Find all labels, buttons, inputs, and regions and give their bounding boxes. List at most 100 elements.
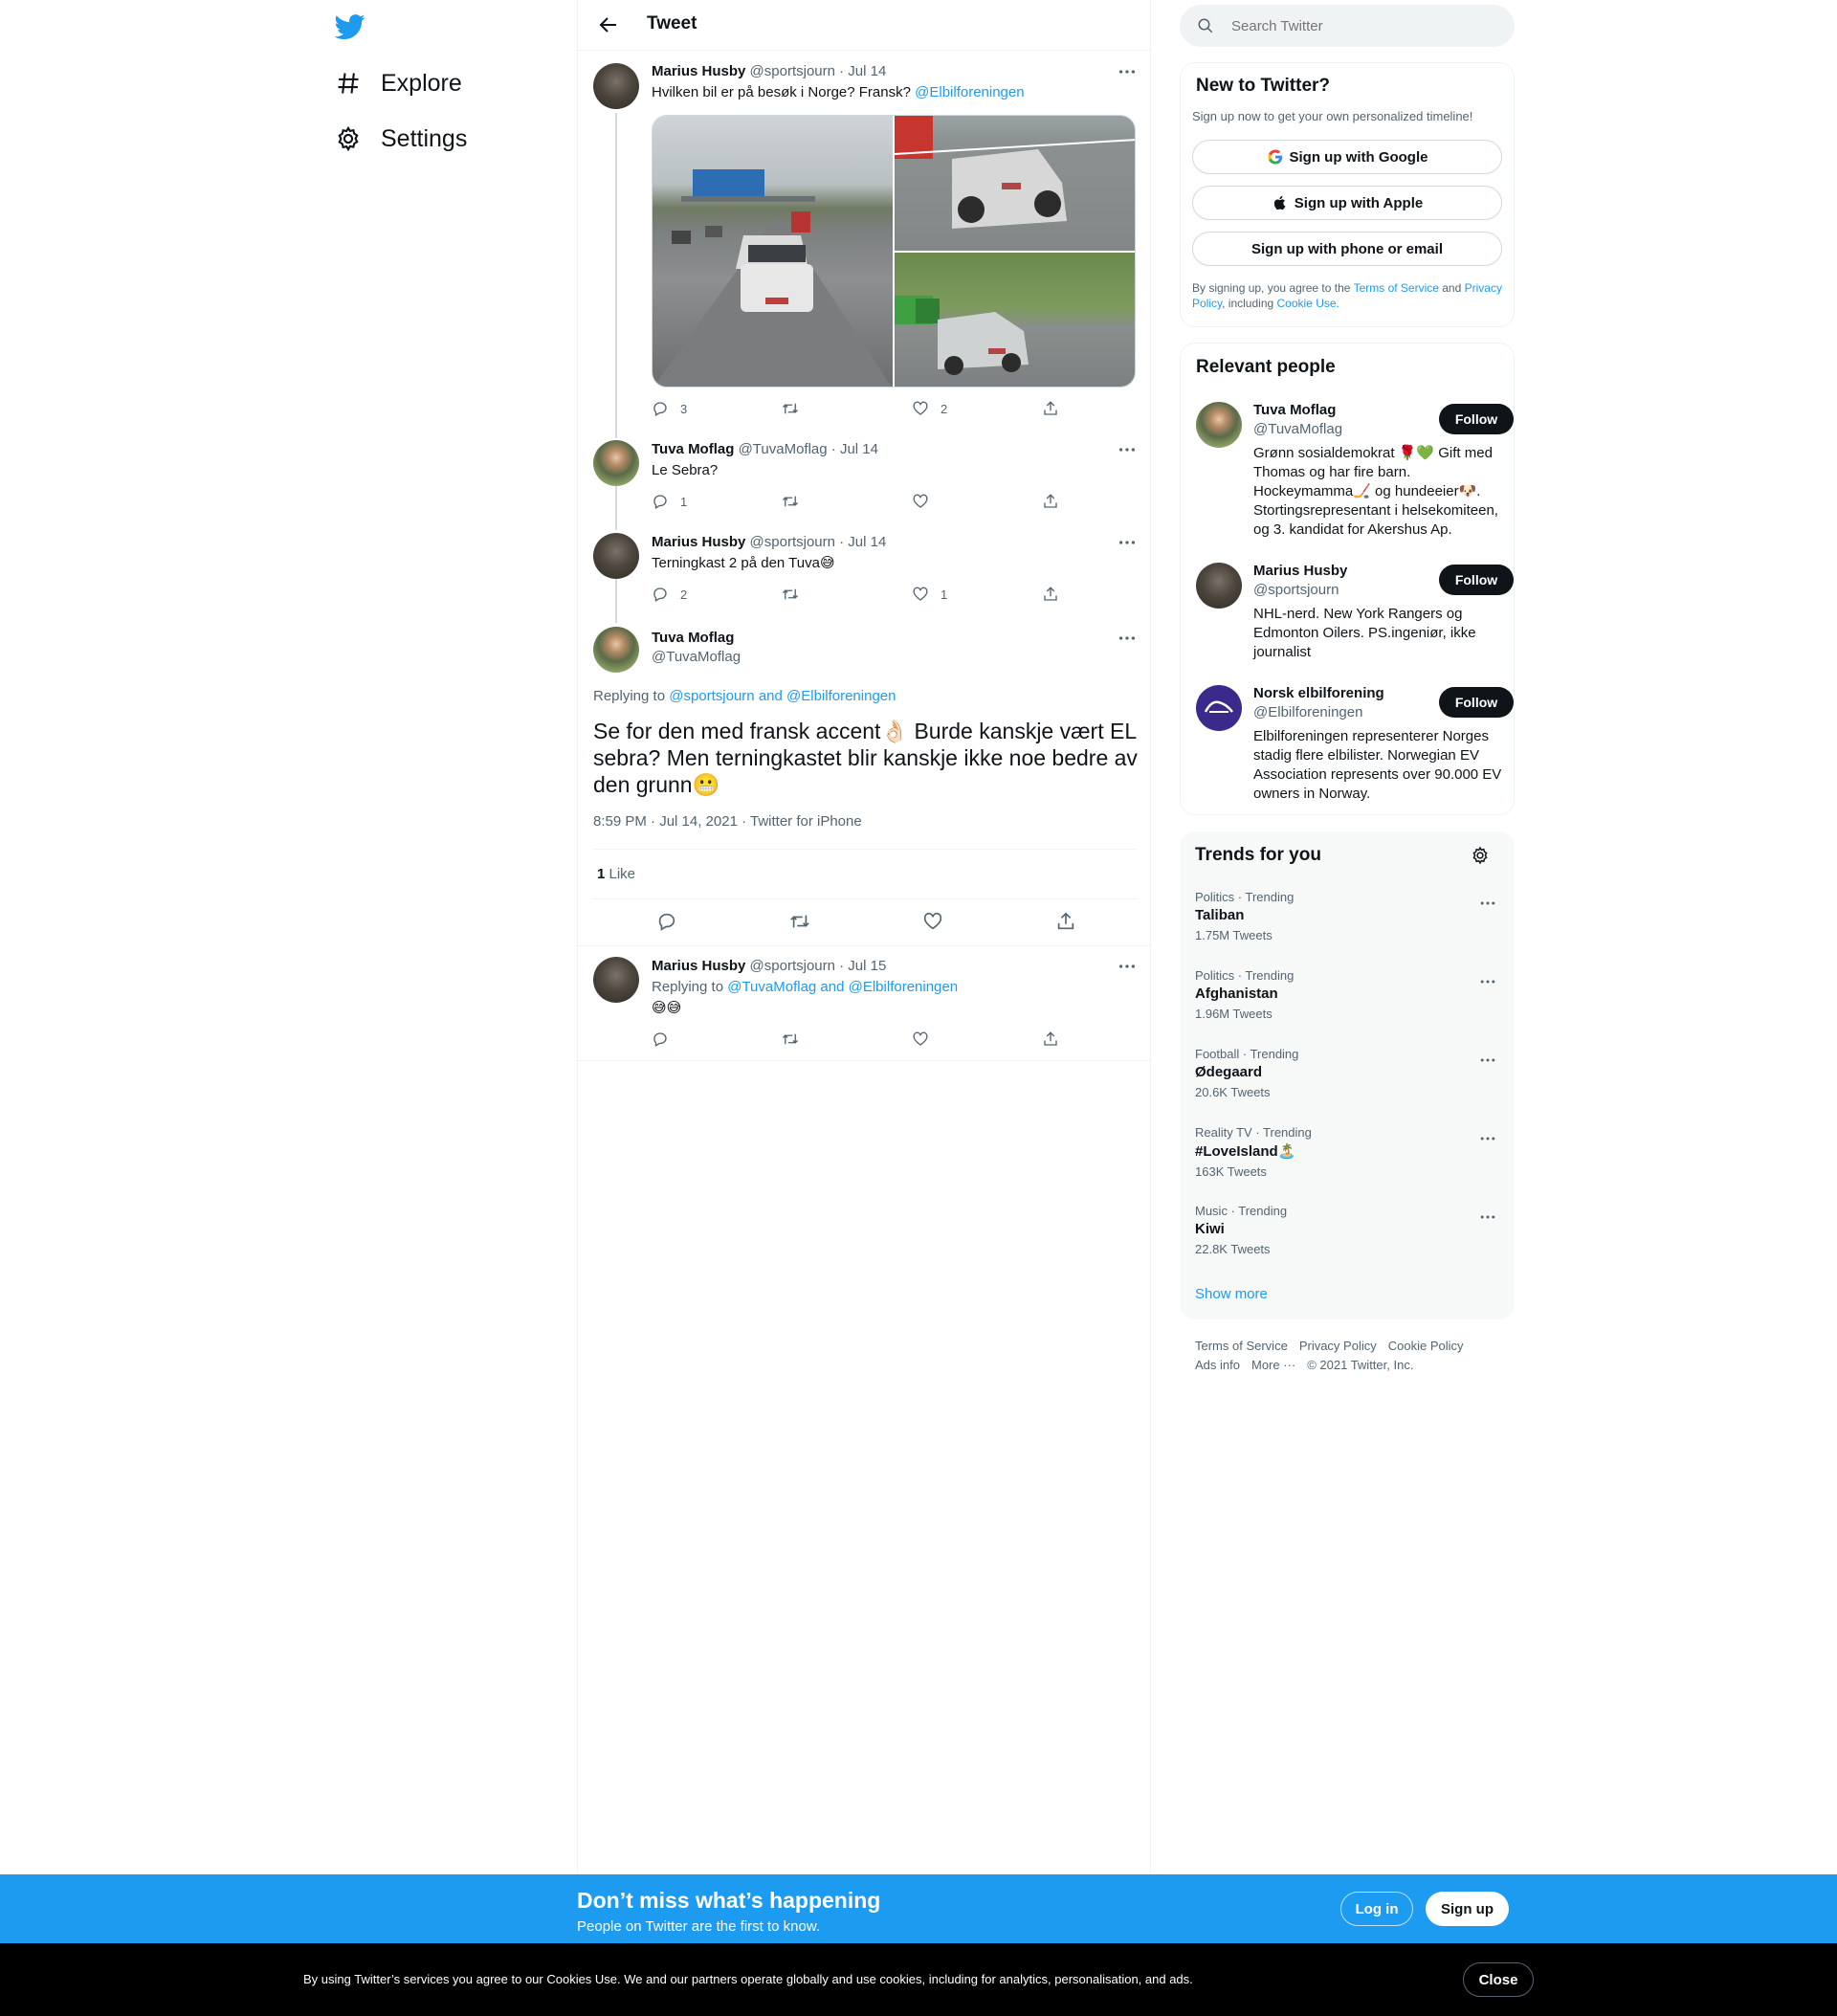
retweet-button[interactable] [782, 586, 912, 603]
person-handle[interactable]: @TuvaMoflag [1253, 421, 1342, 437]
more-options-icon[interactable] [1117, 956, 1138, 977]
share-button[interactable] [1042, 493, 1172, 510]
reply-button[interactable] [652, 1030, 782, 1048]
author-name[interactable]: Marius Husby [652, 63, 745, 79]
signup-apple-button[interactable]: Sign up with Apple [1192, 186, 1502, 220]
signup-phone-button[interactable]: Sign up with phone or email [1192, 232, 1502, 266]
twitter-logo-icon[interactable] [335, 11, 365, 42]
signup-button[interactable]: Sign up [1426, 1892, 1509, 1926]
mention-link[interactable]: @Elbilforeningen [915, 84, 1024, 100]
avatar[interactable] [1196, 685, 1242, 731]
avatar[interactable] [593, 440, 639, 486]
follow-button[interactable]: Follow [1439, 404, 1514, 434]
avatar[interactable] [1196, 402, 1242, 448]
login-button[interactable]: Log in [1340, 1892, 1413, 1926]
author-name[interactable]: Marius Husby [652, 534, 745, 550]
trend-item[interactable]: Politics · Trending Taliban 1.75M Tweets [1195, 890, 1501, 942]
more-options-icon[interactable] [1478, 1207, 1497, 1227]
author-name[interactable]: Tuva Moflag [652, 441, 734, 457]
retweet-button[interactable] [782, 493, 912, 510]
footer-privacy-link[interactable]: Privacy Policy [1299, 1339, 1377, 1353]
retweet-button[interactable] [782, 1030, 912, 1048]
person-name[interactable]: Tuva Moflag [1253, 402, 1336, 418]
more-options-icon[interactable] [1117, 61, 1138, 82]
like-button[interactable]: 2 [912, 400, 1042, 417]
like-button[interactable]: 1 [912, 586, 1042, 603]
person-handle[interactable]: @Elbilforeningen [1253, 704, 1362, 720]
reply-button[interactable]: 3 [652, 400, 782, 417]
media-photo[interactable] [653, 116, 893, 387]
like-button[interactable] [912, 493, 1042, 510]
share-button[interactable] [1042, 586, 1172, 603]
gear-icon[interactable] [1471, 846, 1490, 865]
footer-cookie-link[interactable]: Cookie Policy [1388, 1339, 1464, 1353]
reply-button[interactable]: 2 [652, 586, 782, 603]
tweet-date[interactable]: · Jul 15 [839, 958, 886, 974]
more-options-icon[interactable] [1478, 894, 1497, 913]
nav-explore[interactable]: Explore [335, 64, 462, 102]
more-options-icon[interactable] [1478, 1051, 1497, 1070]
tweet-date[interactable]: · Jul 14 [831, 441, 878, 457]
search-box[interactable] [1180, 5, 1515, 47]
cookie-link[interactable]: Cookie Use. [1277, 297, 1339, 310]
more-options-icon[interactable] [1478, 1129, 1497, 1148]
like-button[interactable] [912, 1030, 1042, 1048]
like-button[interactable] [922, 911, 1055, 932]
trend-category: Politics · Trending [1195, 890, 1295, 904]
avatar[interactable] [593, 63, 639, 109]
tweet-date[interactable]: · Jul 14 [839, 63, 886, 79]
retweet-button[interactable] [782, 400, 912, 417]
footer-terms-link[interactable]: Terms of Service [1195, 1339, 1288, 1353]
tweet-actions: 3 2 [652, 400, 1172, 417]
trend-item[interactable]: Football · Trending Ødegaard 20.6K Tweet… [1195, 1047, 1501, 1099]
tweet-media-grid[interactable] [652, 115, 1136, 388]
author-name[interactable]: Tuva Moflag [652, 630, 734, 646]
more-options-icon[interactable] [1478, 972, 1497, 991]
close-button[interactable]: Close [1463, 1962, 1534, 1997]
back-arrow-icon[interactable] [597, 13, 620, 36]
share-button[interactable] [1055, 911, 1113, 932]
more-options-icon[interactable] [1117, 628, 1138, 649]
retweet-button[interactable] [789, 911, 922, 932]
like-count[interactable]: 1 Like [597, 866, 635, 882]
more-options-icon[interactable] [1117, 439, 1138, 460]
reply-button[interactable] [656, 911, 789, 932]
search-input[interactable] [1231, 17, 1499, 34]
person-handle[interactable]: @sportsjourn [1253, 582, 1339, 598]
share-button[interactable] [1042, 400, 1172, 417]
trend-item[interactable]: Politics · Trending Afghanistan 1.96M Tw… [1195, 968, 1501, 1021]
reply-button[interactable]: 1 [652, 493, 782, 510]
author-handle[interactable]: @sportsjourn [750, 63, 835, 79]
trend-item[interactable]: Music · Trending Kiwi 22.8K Tweets [1195, 1204, 1501, 1256]
follow-button[interactable]: Follow [1439, 565, 1514, 595]
show-more-link[interactable]: Show more [1195, 1286, 1268, 1302]
footer-ads-link[interactable]: Ads info [1195, 1358, 1240, 1372]
footer-more-link[interactable]: More ··· [1251, 1358, 1295, 1372]
nav-settings[interactable]: Settings [335, 120, 467, 158]
share-button[interactable] [1042, 1030, 1172, 1048]
trend-category: Music · Trending [1195, 1204, 1288, 1218]
replying-to-link[interactable]: @sportsjourn and @Elbilforeningen [669, 688, 896, 704]
signup-google-button[interactable]: Sign up with Google [1192, 140, 1502, 174]
replying-to-link[interactable]: @TuvaMoflag and @Elbilforeningen [727, 979, 958, 995]
avatar[interactable] [593, 533, 639, 579]
tweet-timestamp[interactable]: 8:59 PM · Jul 14, 2021 · Twitter for iPh… [593, 813, 862, 830]
media-photo[interactable] [895, 116, 1135, 251]
media-photo[interactable] [895, 253, 1135, 387]
author-handle[interactable]: @TuvaMoflag [739, 441, 828, 457]
person-name[interactable]: Marius Husby [1253, 563, 1347, 579]
author-handle[interactable]: @TuvaMoflag [652, 649, 741, 665]
avatar[interactable] [1196, 563, 1242, 609]
more-options-icon[interactable] [1117, 532, 1138, 553]
avatar[interactable] [593, 627, 639, 673]
author-name[interactable]: Marius Husby [652, 958, 745, 974]
author-handle[interactable]: @sportsjourn [750, 534, 835, 550]
tweet-date[interactable]: · Jul 14 [839, 534, 886, 550]
trend-item[interactable]: Reality TV · Trending #LoveIsland🏝️ 163K… [1195, 1125, 1501, 1179]
trend-name: Ødegaard [1195, 1064, 1263, 1080]
person-name[interactable]: Norsk elbilforening [1253, 685, 1384, 701]
avatar[interactable] [593, 957, 639, 1003]
author-handle[interactable]: @sportsjourn [750, 958, 835, 974]
terms-link[interactable]: Terms of Service [1354, 281, 1439, 295]
follow-button[interactable]: Follow [1439, 687, 1514, 718]
